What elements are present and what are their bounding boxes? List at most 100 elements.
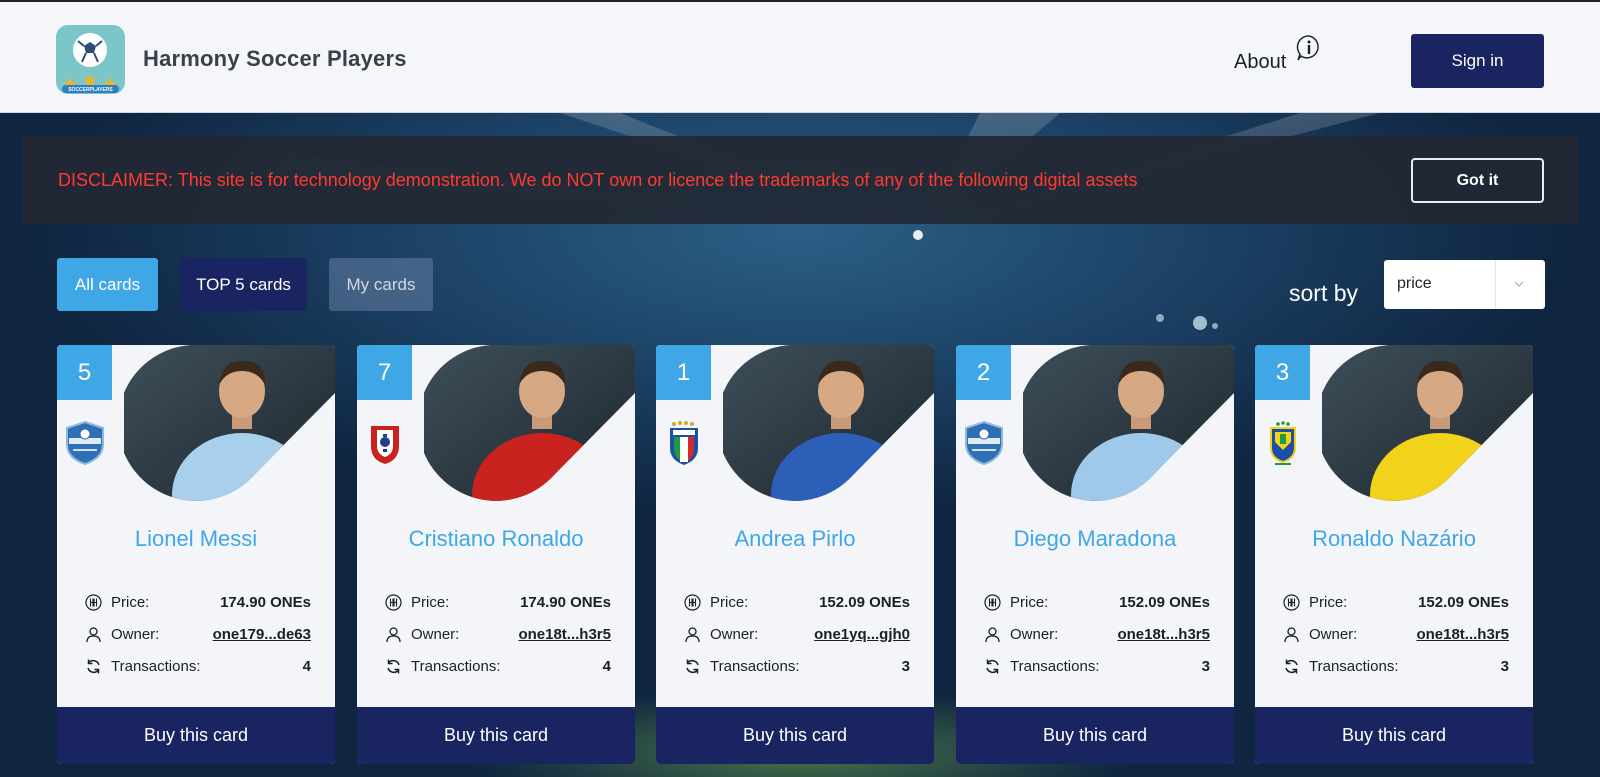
buy-card-button[interactable]: Buy this card	[1255, 707, 1533, 764]
owner-address-link[interactable]: one18t...h3r5	[518, 626, 611, 643]
transactions-row: Transactions: 4	[85, 657, 311, 677]
price-row: Price: 152.09 ONEs	[684, 593, 910, 613]
player-card[interactable]: 5 Lionel Messi Price: 174.90 ONEs Owner: one1…	[57, 345, 335, 764]
price-label: Price:	[111, 594, 150, 611]
price-label: Price:	[710, 594, 749, 611]
owner-row: Owner: one179...de63	[85, 625, 311, 645]
transactions-label: Transactions:	[710, 658, 800, 675]
chevron-down-icon	[1514, 281, 1524, 287]
owner-label: Owner:	[1309, 626, 1358, 643]
refresh-icon	[1283, 658, 1300, 675]
transactions-value: 3	[901, 658, 910, 675]
buy-card-button[interactable]: Buy this card	[57, 707, 335, 764]
player-name[interactable]: Ronaldo Nazário	[1255, 526, 1533, 552]
price-label: Price:	[1010, 594, 1049, 611]
price-value: 174.90 ONEs	[520, 594, 611, 611]
refresh-icon	[984, 658, 1001, 675]
tab-all-cards[interactable]: All cards	[57, 258, 158, 311]
got-it-button[interactable]: Got it	[1411, 158, 1544, 203]
owner-label: Owner:	[710, 626, 759, 643]
owner-row: Owner: one1yq...gjh0	[684, 625, 910, 645]
rank-badge: 2	[956, 345, 1011, 400]
price-row: Price: 174.90 ONEs	[85, 593, 311, 613]
user-icon	[984, 626, 1001, 643]
player-name[interactable]: Lionel Messi	[57, 526, 335, 552]
player-photo	[1322, 345, 1533, 501]
disclaimer-banner: DISCLAIMER: This site is for technology …	[22, 136, 1579, 224]
transactions-label: Transactions:	[1010, 658, 1100, 675]
price-label: Price:	[411, 594, 450, 611]
harmony-coin-icon	[684, 594, 701, 611]
portugal-crest-icon	[363, 420, 407, 466]
transactions-row: Transactions: 3	[684, 657, 910, 677]
player-name[interactable]: Cristiano Ronaldo	[357, 526, 635, 552]
user-icon	[385, 626, 402, 643]
player-name[interactable]: Andrea Pirlo	[656, 526, 934, 552]
sort-select-value: price	[1397, 275, 1432, 292]
transactions-value: 3	[1201, 658, 1210, 675]
price-row: Price: 152.09 ONEs	[984, 593, 1210, 613]
user-icon	[684, 626, 701, 643]
owner-label: Owner:	[411, 626, 460, 643]
transactions-value: 4	[602, 658, 611, 675]
transactions-row: Transactions: 3	[984, 657, 1210, 677]
site-logo[interactable]: SOCCERPLAYERS	[56, 25, 125, 94]
buy-card-button[interactable]: Buy this card	[956, 707, 1234, 764]
site-title: Harmony Soccer Players	[143, 46, 407, 71]
player-card[interactable]: 1 Andrea Pirlo Price: 152.09 ONEs Owner: one1…	[656, 345, 934, 764]
player-card[interactable]: 2 Diego Maradona Price: 152.09 ONEs Owner: on…	[956, 345, 1234, 764]
player-card[interactable]: 7 Cristiano Ronaldo Price: 174.90 ONEs Owner…	[357, 345, 635, 764]
brazil-crest-icon	[1261, 420, 1305, 466]
transactions-value: 4	[302, 658, 311, 675]
rank-badge: 7	[357, 345, 412, 400]
price-row: Price: 174.90 ONEs	[385, 593, 611, 613]
harmony-coin-icon	[984, 594, 1001, 611]
refresh-icon	[85, 658, 102, 675]
player-photo	[124, 345, 335, 501]
transactions-value: 3	[1500, 658, 1509, 675]
user-icon	[1283, 626, 1300, 643]
owner-address-link[interactable]: one18t...h3r5	[1416, 626, 1509, 643]
logo-text: SOCCERPLAYERS	[68, 87, 113, 93]
price-label: Price:	[1309, 594, 1348, 611]
price-value: 174.90 ONEs	[220, 594, 311, 611]
buy-card-button[interactable]: Buy this card	[656, 707, 934, 764]
rank-badge: 5	[57, 345, 112, 400]
owner-label: Owner:	[1010, 626, 1059, 643]
info-icon[interactable]	[1295, 34, 1323, 62]
owner-label: Owner:	[111, 626, 160, 643]
price-value: 152.09 ONEs	[819, 594, 910, 611]
refresh-icon	[684, 658, 701, 675]
player-name[interactable]: Diego Maradona	[956, 526, 1234, 552]
owner-address-link[interactable]: one179...de63	[213, 626, 311, 643]
sort-select-divider	[1495, 260, 1496, 309]
disclaimer-text: DISCLAIMER: This site is for technology …	[58, 170, 1138, 190]
owner-row: Owner: one18t...h3r5	[385, 625, 611, 645]
user-icon	[85, 626, 102, 643]
harmony-coin-icon	[1283, 594, 1300, 611]
owner-row: Owner: one18t...h3r5	[984, 625, 1210, 645]
sign-in-button[interactable]: Sign in	[1411, 34, 1544, 88]
tab-top-5-cards[interactable]: TOP 5 cards	[180, 258, 307, 311]
argentina-crest-icon	[63, 420, 107, 466]
owner-address-link[interactable]: one18t...h3r5	[1117, 626, 1210, 643]
player-card[interactable]: 3 Ronaldo Nazário Price: 152.09 ONEs Owner: o…	[1255, 345, 1533, 764]
tab-my-cards[interactable]: My cards	[329, 258, 433, 311]
italy-crest-icon	[662, 420, 706, 466]
sort-by-label: sort by	[1289, 280, 1359, 306]
player-photo	[424, 345, 635, 501]
rank-badge: 1	[656, 345, 711, 400]
about-link[interactable]: About	[1234, 51, 1286, 74]
buy-card-button[interactable]: Buy this card	[357, 707, 635, 764]
owner-address-link[interactable]: one1yq...gjh0	[814, 626, 910, 643]
price-value: 152.09 ONEs	[1119, 594, 1210, 611]
harmony-coin-icon	[385, 594, 402, 611]
price-value: 152.09 ONEs	[1418, 594, 1509, 611]
top-navbar: SOCCERPLAYERS Harmony Soccer Players Abo…	[0, 0, 1600, 113]
transactions-row: Transactions: 4	[385, 657, 611, 677]
owner-row: Owner: one18t...h3r5	[1283, 625, 1509, 645]
argentina-crest-icon	[962, 420, 1006, 466]
transactions-label: Transactions:	[411, 658, 501, 675]
harmony-coin-icon	[85, 594, 102, 611]
sort-select[interactable]: price	[1384, 260, 1545, 309]
